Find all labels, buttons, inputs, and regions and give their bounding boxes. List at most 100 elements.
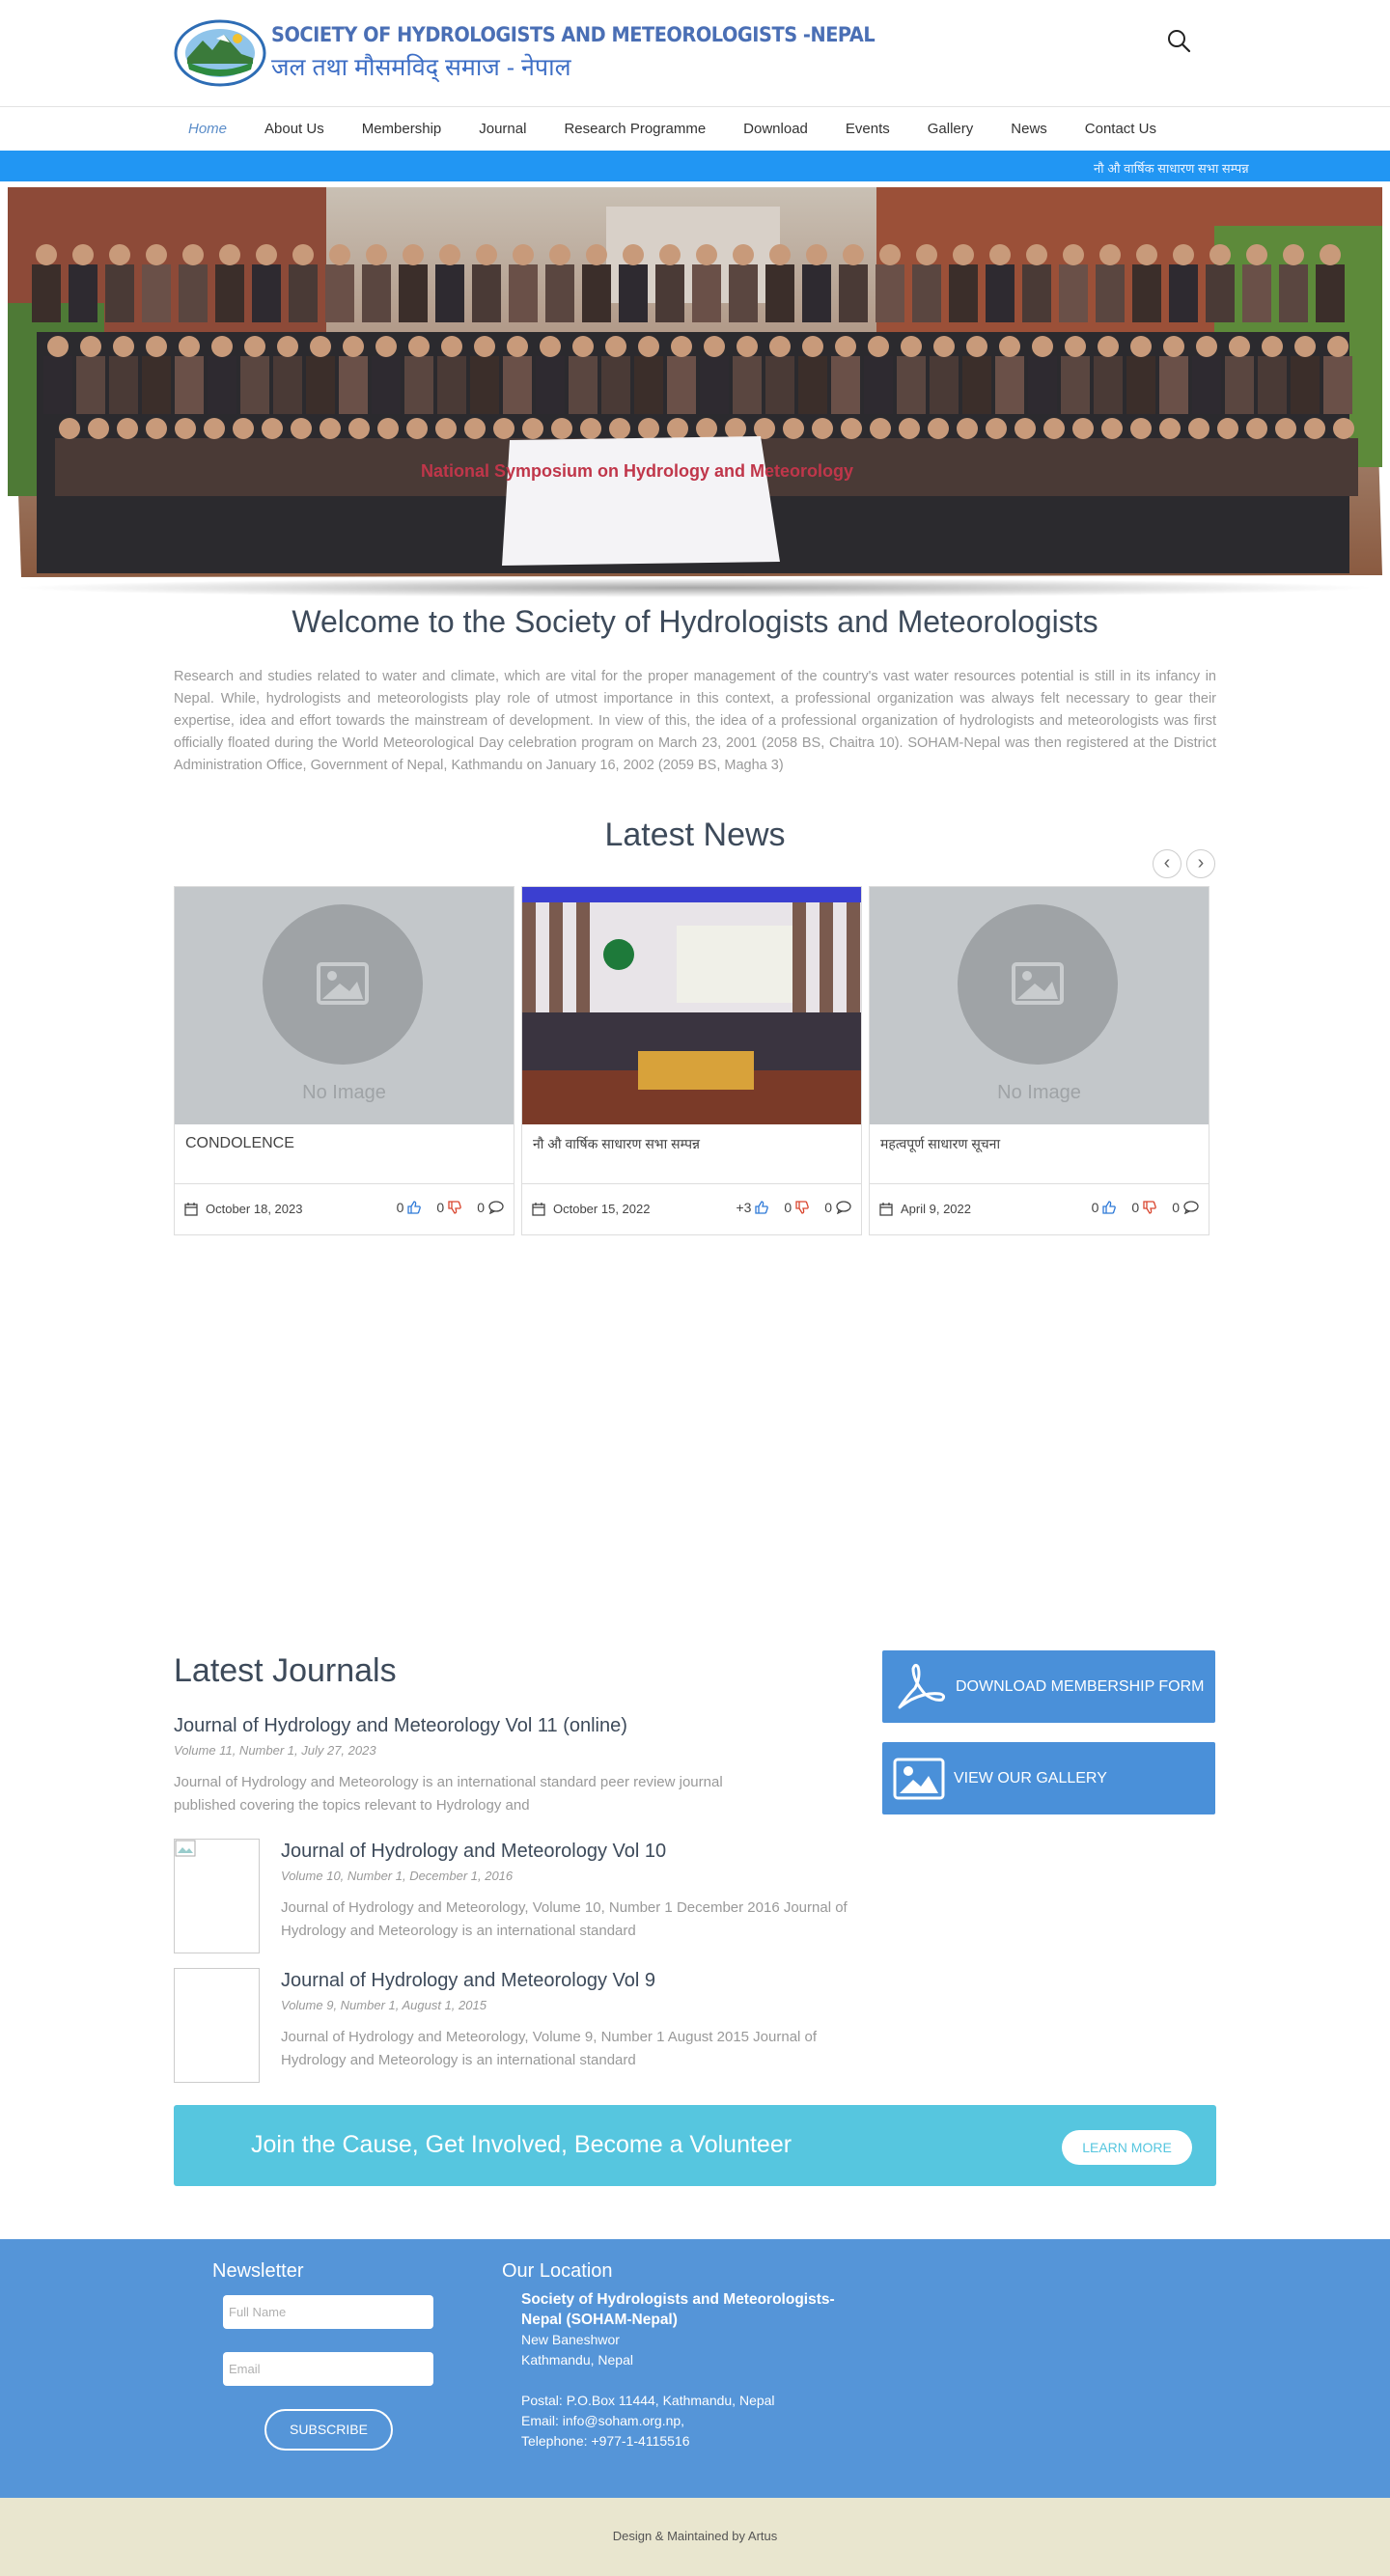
comment-icon xyxy=(1183,1201,1199,1214)
contact-email[interactable]: Email: info@soham.org.np, xyxy=(521,2411,869,2431)
news-card-title[interactable]: नौ औ वार्षिक साधारण सभा सम्पन्न xyxy=(522,1124,861,1184)
site-title-nepali[interactable]: जल तथा मौसमविद् समाज - नेपाल xyxy=(271,50,571,83)
address-line-1: New Baneshwor xyxy=(521,2332,620,2347)
nav-item-news[interactable]: News xyxy=(996,121,1065,137)
credit-text[interactable]: Design & Maintained by Artus xyxy=(0,2498,1390,2543)
comment-count: 0 xyxy=(1172,1200,1180,1215)
dislike-count: 0 xyxy=(1131,1200,1140,1215)
news-date-text: October 18, 2023 xyxy=(206,1202,303,1216)
broken-image-icon xyxy=(175,1840,196,1857)
journal-thumbnail[interactable] xyxy=(174,1839,260,1953)
hero-group-photo[interactable]: National Symposium on Hydrology and Mete… xyxy=(8,187,1382,577)
news-card[interactable]: नौ औ वार्षिक साधारण सभा सम्पन्न October … xyxy=(521,886,862,1235)
address-line-2: Kathmandu, Nepal xyxy=(521,2352,633,2368)
thumbs-down-icon xyxy=(1143,1201,1157,1214)
dislike-button[interactable]: 0 xyxy=(784,1200,810,1215)
like-count: 0 xyxy=(396,1200,404,1215)
news-card-title[interactable]: महत्वपूर्ण साधारण सूचना xyxy=(870,1124,1209,1184)
site-header: SOCIETY OF HYDROLOGISTS AND METEOROLOGIS… xyxy=(0,0,1390,106)
news-photo[interactable] xyxy=(522,887,861,1124)
email-input[interactable] xyxy=(223,2352,433,2386)
journal-subtitle: Volume 10, Number 1, December 1, 2016 xyxy=(281,1869,514,1883)
nav-item-contact-us[interactable]: Contact Us xyxy=(1070,121,1174,137)
news-card[interactable]: No Image CONDOLENCE October 18, 2023 0 0… xyxy=(174,886,514,1235)
latest-journals-title: Latest Journals xyxy=(174,1652,397,1689)
nav-item-membership[interactable]: Membership xyxy=(348,121,459,137)
news-ticker: नौ औ वार्षिक साधारण सभा सम्पन्न xyxy=(0,151,1390,181)
comments-button[interactable]: 0 xyxy=(824,1200,851,1215)
news-date-text: April 9, 2022 xyxy=(901,1202,971,1216)
location-details: Society of Hydrologists and Meteorologis… xyxy=(521,2289,869,2451)
news-no-image-placeholder[interactable]: No Image xyxy=(870,887,1209,1124)
news-card-title[interactable]: CONDOLENCE xyxy=(175,1124,514,1184)
dislike-count: 0 xyxy=(784,1200,792,1215)
image-icon xyxy=(893,1758,945,1799)
contact-phone[interactable]: Telephone: +977-1-4115516 xyxy=(521,2431,869,2451)
hero-banner-text: National Symposium on Hydrology and Mete… xyxy=(421,461,853,481)
dislike-button[interactable]: 0 xyxy=(1131,1200,1157,1215)
nav-item-about-us[interactable]: About Us xyxy=(250,121,342,137)
full-name-input[interactable] xyxy=(223,2295,433,2329)
comment-count: 0 xyxy=(824,1200,832,1215)
news-date-text: October 15, 2022 xyxy=(553,1202,651,1216)
nav-item-gallery[interactable]: Gallery xyxy=(913,121,991,137)
thumbs-down-icon xyxy=(795,1201,810,1214)
dislike-button[interactable]: 0 xyxy=(436,1200,462,1215)
thumbs-up-icon xyxy=(1102,1201,1117,1214)
journal-description: Journal of Hydrology and Meteorology, Vo… xyxy=(281,2029,818,2068)
news-card-meta: April 9, 2022 0 0 0 xyxy=(870,1184,1209,1234)
comment-icon xyxy=(488,1201,504,1214)
like-button[interactable]: +3 xyxy=(736,1200,769,1215)
view-gallery-button[interactable]: VIEW OUR GALLERY xyxy=(882,1742,1215,1814)
journal-thumbnail[interactable] xyxy=(174,1968,260,2083)
news-card-votes: 0 0 0 xyxy=(381,1200,504,1215)
journal-list-item: Journal of Hydrology and Meteorology Vol… xyxy=(174,1968,869,2086)
org-name: Society of Hydrologists and Meteorologis… xyxy=(521,2291,835,2328)
news-card-date: April 9, 2022 xyxy=(879,1202,971,1216)
like-button[interactable]: 0 xyxy=(1092,1200,1117,1215)
volunteer-text: Join the Cause, Get Involved, Become a V… xyxy=(251,2131,792,2158)
comments-button[interactable]: 0 xyxy=(477,1200,504,1215)
nav-item-home[interactable]: Home xyxy=(174,121,244,137)
news-no-image-placeholder[interactable]: No Image xyxy=(175,887,514,1124)
calendar-icon xyxy=(184,1202,198,1216)
comment-count: 0 xyxy=(477,1200,485,1215)
dislike-count: 0 xyxy=(436,1200,445,1215)
search-icon[interactable] xyxy=(1166,28,1191,53)
nav-item-journal[interactable]: Journal xyxy=(464,121,543,137)
download-membership-form-button[interactable]: DOWNLOAD MEMBERSHIP FORM xyxy=(882,1650,1215,1723)
journal-featured: Journal of Hydrology and Meteorology Vol… xyxy=(174,1715,734,1817)
hero-slider: National Symposium on Hydrology and Mete… xyxy=(0,187,1390,597)
carousel-next-button[interactable]: › xyxy=(1186,849,1215,878)
journal-title[interactable]: Journal of Hydrology and Meteorology Vol… xyxy=(174,1715,734,1737)
news-card-date: October 15, 2022 xyxy=(532,1202,650,1216)
news-card-votes: +3 0 0 xyxy=(720,1200,851,1215)
news-card[interactable]: No Image महत्वपूर्ण साधारण सूचना April 9… xyxy=(869,886,1209,1235)
carousel-prev-button[interactable]: ‹ xyxy=(1153,849,1182,878)
journal-title[interactable]: Journal of Hydrology and Meteorology Vol… xyxy=(281,1841,860,1863)
journal-subtitle: Volume 11, Number 1, July 27, 2023 xyxy=(174,1743,376,1758)
site-title-english[interactable]: SOCIETY OF HYDROLOGISTS AND METEOROLOGIS… xyxy=(271,23,876,46)
view-gallery-label: VIEW OUR GALLERY xyxy=(954,1769,1107,1787)
thumbs-down-icon xyxy=(448,1201,462,1214)
nav-item-events[interactable]: Events xyxy=(831,121,907,137)
like-count: +3 xyxy=(736,1200,752,1215)
newsletter-title: Newsletter xyxy=(212,2260,304,2282)
site-footer: Newsletter SUBSCRIBE Our Location Societ… xyxy=(0,2239,1390,2498)
main-nav: Home About Us Membership Journal Researc… xyxy=(0,106,1390,150)
welcome-text: Research and studies related to water an… xyxy=(174,669,1216,773)
no-image-label: No Image xyxy=(997,1082,1081,1103)
comments-button[interactable]: 0 xyxy=(1172,1200,1199,1215)
logo-globe-icon[interactable] xyxy=(174,19,266,87)
nav-item-download[interactable]: Download xyxy=(729,121,825,137)
pdf-icon xyxy=(898,1663,946,1708)
journal-title[interactable]: Journal of Hydrology and Meteorology Vol… xyxy=(281,1970,860,1992)
subscribe-button[interactable]: SUBSCRIBE xyxy=(264,2409,393,2451)
journal-description: Journal of Hydrology and Meteorology is … xyxy=(174,1774,723,1814)
learn-more-button[interactable]: LEARN MORE xyxy=(1062,2130,1192,2165)
ticker-text[interactable]: नौ औ वार्षिक साधारण सभा सम्पन्न xyxy=(1094,159,1249,177)
image-placeholder-icon xyxy=(958,904,1118,1065)
like-button[interactable]: 0 xyxy=(397,1200,422,1215)
nav-item-research-programme[interactable]: Research Programme xyxy=(549,121,723,137)
journal-description: Journal of Hydrology and Meteorology, Vo… xyxy=(281,1899,848,1939)
